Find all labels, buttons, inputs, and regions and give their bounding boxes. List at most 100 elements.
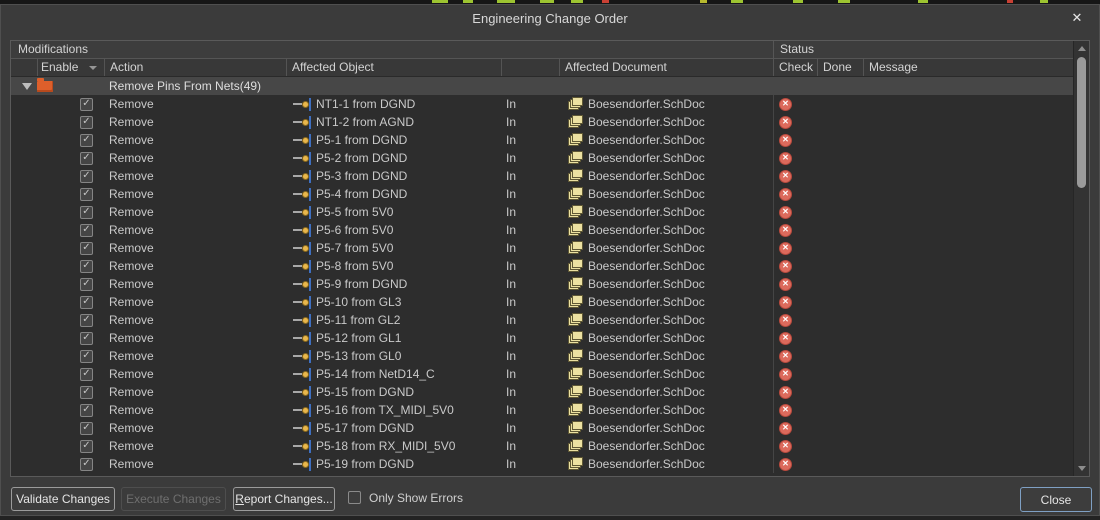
action-cell: Remove [104, 437, 286, 455]
scroll-down-icon[interactable] [1078, 466, 1086, 471]
done-status-cell [817, 95, 863, 113]
table-row[interactable]: ✓ Remove P5-8 from 5V0 In Boesendorfer.S… [11, 257, 1089, 275]
scroll-up-icon[interactable] [1078, 46, 1086, 51]
dialog-titlebar[interactable]: Engineering Change Order ✕ [1, 5, 1099, 33]
column-header-message[interactable]: Message [863, 59, 1089, 76]
message-cell [863, 365, 1089, 383]
message-cell [863, 95, 1089, 113]
report-changes-button[interactable]: Report Changes... [233, 487, 335, 511]
close-icon[interactable]: ✕ [1069, 10, 1085, 26]
column-header-action[interactable]: Action [104, 59, 286, 76]
enable-checkbox[interactable]: ✓ [80, 224, 93, 237]
enable-checkbox[interactable]: ✓ [80, 422, 93, 435]
table-row[interactable]: ✓ Remove NT1-2 from AGND In Boesendorfer… [11, 113, 1089, 131]
vertical-scrollbar[interactable] [1073, 41, 1089, 476]
footer-bar: Validate Changes Execute Changes Report … [1, 478, 1099, 516]
enable-checkbox[interactable]: ✓ [80, 350, 93, 363]
checkmark-icon: ✓ [82, 315, 90, 325]
enable-checkbox[interactable]: ✓ [80, 152, 93, 165]
group-row[interactable]: Remove Pins From Nets(49) [11, 77, 1089, 95]
scrollbar-thumb[interactable] [1077, 57, 1086, 188]
table-row[interactable]: ✓ Remove P5-9 from DGND In Boesendorfer.… [11, 275, 1089, 293]
table-row[interactable]: ✓ Remove P5-7 from 5V0 In Boesendorfer.S… [11, 239, 1089, 257]
enable-cell: ✓ [37, 293, 104, 311]
affected-object-label: P5-5 from 5V0 [316, 205, 393, 219]
enable-checkbox[interactable]: ✓ [80, 116, 93, 129]
enable-checkbox[interactable]: ✓ [80, 386, 93, 399]
message-cell [863, 455, 1089, 473]
action-cell: Remove [104, 95, 286, 113]
affected-document-cell: Boesendorfer.SchDoc [559, 167, 773, 185]
enable-checkbox[interactable]: ✓ [80, 98, 93, 111]
affected-document-cell: Boesendorfer.SchDoc [559, 329, 773, 347]
column-header-check[interactable]: Check [773, 59, 817, 76]
enable-cell: ✓ [37, 113, 104, 131]
direction-cell: In [501, 95, 559, 113]
enable-cell: ✓ [37, 365, 104, 383]
document-icon [568, 152, 583, 165]
table-row[interactable]: ✓ Remove P5-11 from GL2 In Boesendorfer.… [11, 311, 1089, 329]
check-status-cell: ✕ [773, 383, 817, 401]
table-row[interactable]: ✓ Remove P5-5 from 5V0 In Boesendorfer.S… [11, 203, 1089, 221]
report-label: eport Changes... [244, 492, 333, 506]
table-row[interactable]: ✓ Remove P5-6 from 5V0 In Boesendorfer.S… [11, 221, 1089, 239]
only-show-errors-label: Only Show Errors [369, 491, 463, 505]
affected-document-label: Boesendorfer.SchDoc [588, 115, 705, 129]
pin-icon [293, 314, 312, 327]
affected-document-label: Boesendorfer.SchDoc [588, 367, 705, 381]
enable-cell: ✓ [37, 275, 104, 293]
enable-checkbox[interactable]: ✓ [80, 314, 93, 327]
enable-checkbox[interactable]: ✓ [80, 206, 93, 219]
close-button[interactable]: Close [1020, 487, 1092, 512]
enable-checkbox[interactable]: ✓ [80, 242, 93, 255]
column-header-affected-document[interactable]: Affected Document [559, 59, 773, 76]
table-row[interactable]: ✓ Remove P5-16 from TX_MIDI_5V0 In Boese… [11, 401, 1089, 419]
table-row[interactable]: ✓ Remove P5-12 from GL1 In Boesendorfer.… [11, 329, 1089, 347]
enable-checkbox[interactable]: ✓ [80, 368, 93, 381]
table-row[interactable]: ✓ Remove P5-14 from NetD14_C In Boesendo… [11, 365, 1089, 383]
validate-changes-button[interactable]: Validate Changes [11, 487, 115, 511]
enable-checkbox[interactable]: ✓ [80, 170, 93, 183]
table-row[interactable]: ✓ Remove P5-18 from RX_MIDI_5V0 In Boese… [11, 437, 1089, 455]
table-row[interactable]: ✓ Remove P5-13 from GL0 In Boesendorfer.… [11, 347, 1089, 365]
column-header-affected-object[interactable]: Affected Object [286, 59, 501, 76]
affected-document-cell: Boesendorfer.SchDoc [559, 419, 773, 437]
enable-checkbox[interactable]: ✓ [80, 458, 93, 471]
table-row[interactable]: ✓ Remove P5-3 from DGND In Boesendorfer.… [11, 167, 1089, 185]
table-row[interactable]: ✓ Remove NT1-1 from DGND In Boesendorfer… [11, 95, 1089, 113]
table-row[interactable]: ✓ Remove P5-2 from DGND In Boesendorfer.… [11, 149, 1089, 167]
checkmark-icon: ✓ [82, 423, 90, 433]
enable-checkbox[interactable]: ✓ [80, 260, 93, 273]
table-row[interactable]: ✓ Remove P5-19 from DGND In Boesendorfer… [11, 455, 1089, 473]
checkmark-icon: ✓ [82, 225, 90, 235]
action-cell: Remove [104, 257, 286, 275]
enable-checkbox[interactable]: ✓ [80, 278, 93, 291]
enable-checkbox[interactable]: ✓ [80, 404, 93, 417]
document-icon [568, 350, 583, 363]
direction-cell: In [501, 455, 559, 473]
enable-checkbox[interactable]: ✓ [80, 440, 93, 453]
enable-checkbox[interactable]: ✓ [80, 332, 93, 345]
only-show-errors-checkbox[interactable] [348, 491, 361, 504]
column-header-blank[interactable] [501, 59, 559, 76]
column-header-enable[interactable]: Enable [37, 59, 104, 76]
expand-triangle-icon[interactable] [22, 83, 32, 90]
table-row[interactable]: ✓ Remove P5-17 from DGND In Boesendorfer… [11, 419, 1089, 437]
direction-cell: In [501, 419, 559, 437]
filter-caret-icon[interactable] [89, 66, 97, 70]
table-row[interactable]: ✓ Remove P5-10 from GL3 In Boesendorfer.… [11, 293, 1089, 311]
table-row[interactable]: ✓ Remove P5-15 from DGND In Boesendorfer… [11, 383, 1089, 401]
execute-changes-button[interactable]: Execute Changes [121, 487, 226, 511]
affected-document-label: Boesendorfer.SchDoc [588, 187, 705, 201]
pin-icon [293, 422, 312, 435]
action-cell: Remove [104, 419, 286, 437]
check-status-cell: ✕ [773, 275, 817, 293]
enable-checkbox[interactable]: ✓ [80, 296, 93, 309]
affected-object-label: P5-10 from GL3 [316, 295, 401, 309]
enable-checkbox[interactable]: ✓ [80, 188, 93, 201]
table-row[interactable]: ✓ Remove P5-1 from DGND In Boesendorfer.… [11, 131, 1089, 149]
enable-checkbox[interactable]: ✓ [80, 134, 93, 147]
column-header-done[interactable]: Done [817, 59, 863, 76]
affected-document-cell: Boesendorfer.SchDoc [559, 239, 773, 257]
table-row[interactable]: ✓ Remove P5-4 from DGND In Boesendorfer.… [11, 185, 1089, 203]
